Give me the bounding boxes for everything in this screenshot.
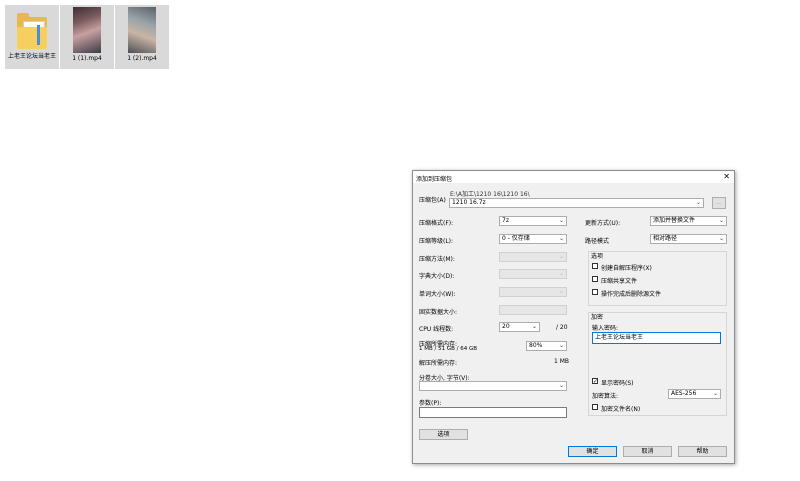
level-label: 压缩等级(L): (419, 238, 454, 245)
shared-checkbox[interactable] (592, 276, 598, 282)
checkmark-icon: ✓ (593, 378, 599, 385)
password-input[interactable]: 上老王论坛当老王 (592, 332, 721, 344)
pathmode-select[interactable]: 相对路径 ⌄ (650, 234, 727, 244)
update-label: 更新方式(U): (585, 220, 621, 227)
chevron-down-icon: ⌄ (558, 253, 564, 260)
desktop-video-icon[interactable]: 1 (2).mp4 (115, 5, 169, 69)
params-label: 参数(P): (419, 400, 442, 407)
archive-name-input[interactable]: 1210 16.7z ⌄ (449, 198, 704, 208)
threads-max: / 20 (556, 324, 568, 331)
mem-info: 1 MB / 51 GB / 64 GB (419, 346, 478, 352)
chevron-down-icon: ⌄ (558, 342, 564, 349)
archive-path: E:\A加工\1210 16\1210 16\ (450, 191, 530, 198)
desktop-folder-icon[interactable]: 上老王论坛当老王 (5, 5, 59, 69)
threads-label: CPU 线程数: (419, 326, 454, 333)
dict-select[interactable]: ⌄ (499, 269, 567, 279)
close-icon[interactable]: ✕ (723, 172, 730, 182)
threads-value: 20 (502, 323, 510, 330)
update-select[interactable]: 添加并替换文件 ⌄ (650, 216, 727, 226)
method-select[interactable]: ⌄ (499, 252, 567, 262)
encrypt-group-title: 加密 (591, 314, 604, 321)
pathmode-label: 路径模式 (585, 238, 610, 245)
desktop-icon-label: 1 (1).mp4 (72, 55, 102, 62)
mem-value: 80% (529, 342, 543, 349)
chevron-down-icon: ⌄ (718, 235, 724, 242)
desktop-video-icon[interactable]: 1 (1).mp4 (60, 5, 114, 69)
cancel-button[interactable]: 取消 (623, 446, 672, 457)
dialog-title: 添加到压缩包 (416, 176, 453, 183)
help-button[interactable]: 帮助 (678, 446, 727, 457)
sfx-checkbox[interactable] (592, 263, 598, 269)
solid-label: 固实数据大小: (419, 309, 458, 316)
enc-method-value: AES-256 (671, 390, 697, 397)
chevron-down-icon: ⌄ (712, 390, 718, 397)
level-select[interactable]: 0 - 仅存储 ⌄ (499, 234, 567, 244)
video-thumbnail-icon (73, 7, 101, 53)
ok-button[interactable]: 确定 (568, 446, 617, 457)
delete-checkbox[interactable] (592, 289, 598, 295)
shared-label: 压缩共享文件 (601, 278, 638, 285)
format-select[interactable]: 7z ⌄ (499, 216, 567, 226)
show-password-label: 显示密码(S) (601, 380, 634, 387)
options-button[interactable]: 选项 (419, 429, 468, 440)
chevron-down-icon: ⌄ (558, 382, 564, 389)
chevron-down-icon: ⌄ (531, 323, 537, 330)
enc-method-label: 加密算法: (592, 393, 619, 400)
desktop-icon-label: 上老王论坛当老王 (7, 53, 56, 60)
word-select[interactable]: ⌄ (499, 287, 567, 297)
video-thumbnail-icon (128, 7, 156, 53)
level-value: 0 - 仅存储 (502, 235, 530, 242)
chevron-down-icon: ⌄ (718, 217, 724, 224)
show-password-checkbox[interactable]: ✓ (592, 378, 599, 385)
options-group-title: 选项 (591, 253, 604, 260)
password-label: 输入密码: (592, 325, 619, 332)
encrypt-names-label: 加密文件名(N) (601, 406, 641, 413)
params-input[interactable] (419, 407, 567, 418)
folder-icon (17, 13, 47, 49)
threads-select[interactable]: 20 ⌄ (499, 322, 540, 332)
pathmode-value: 相对路径 (653, 235, 678, 242)
enc-method-select[interactable]: AES-256 ⌄ (668, 389, 721, 399)
format-value: 7z (502, 217, 509, 224)
chevron-down-icon: ⌄ (558, 270, 564, 277)
archive-name-value: 1210 16.7z (452, 199, 486, 206)
chevron-down-icon: ⌄ (695, 199, 701, 206)
update-value: 添加并替换文件 (653, 217, 696, 224)
title-bar: 添加到压缩包 ✕ (413, 171, 734, 183)
method-label: 压缩方法(M): (419, 256, 455, 263)
add-to-archive-dialog: 添加到压缩包 ✕ 压缩包(A) E:\A加工\1210 16\1210 16\ … (412, 170, 735, 464)
chevron-down-icon: ⌄ (558, 288, 564, 295)
word-label: 单词大小(W): (419, 291, 456, 298)
dict-label: 字典大小(D): (419, 273, 455, 280)
encrypt-names-checkbox[interactable] (592, 404, 598, 410)
mem-select[interactable]: 80% ⌄ (526, 341, 567, 351)
decomp-mem-value: 1 MB (554, 358, 570, 365)
chevron-down-icon: ⌄ (558, 217, 564, 224)
split-select[interactable]: ⌄ (419, 381, 567, 391)
archive-label: 压缩包(A) (419, 197, 446, 204)
sfx-label: 创建自解压程序(X) (601, 265, 652, 272)
format-label: 压缩格式(F): (419, 220, 454, 227)
password-value: 上老王论坛当老王 (595, 334, 644, 341)
chevron-down-icon: ⌄ (558, 235, 564, 242)
solid-select[interactable] (499, 305, 567, 315)
browse-button[interactable]: ... (712, 197, 726, 209)
desktop-icon-label: 1 (2).mp4 (127, 55, 157, 62)
decomp-mem-label: 解压所需内存: (419, 360, 458, 367)
delete-label: 操作完成后删除源文件 (601, 291, 662, 298)
